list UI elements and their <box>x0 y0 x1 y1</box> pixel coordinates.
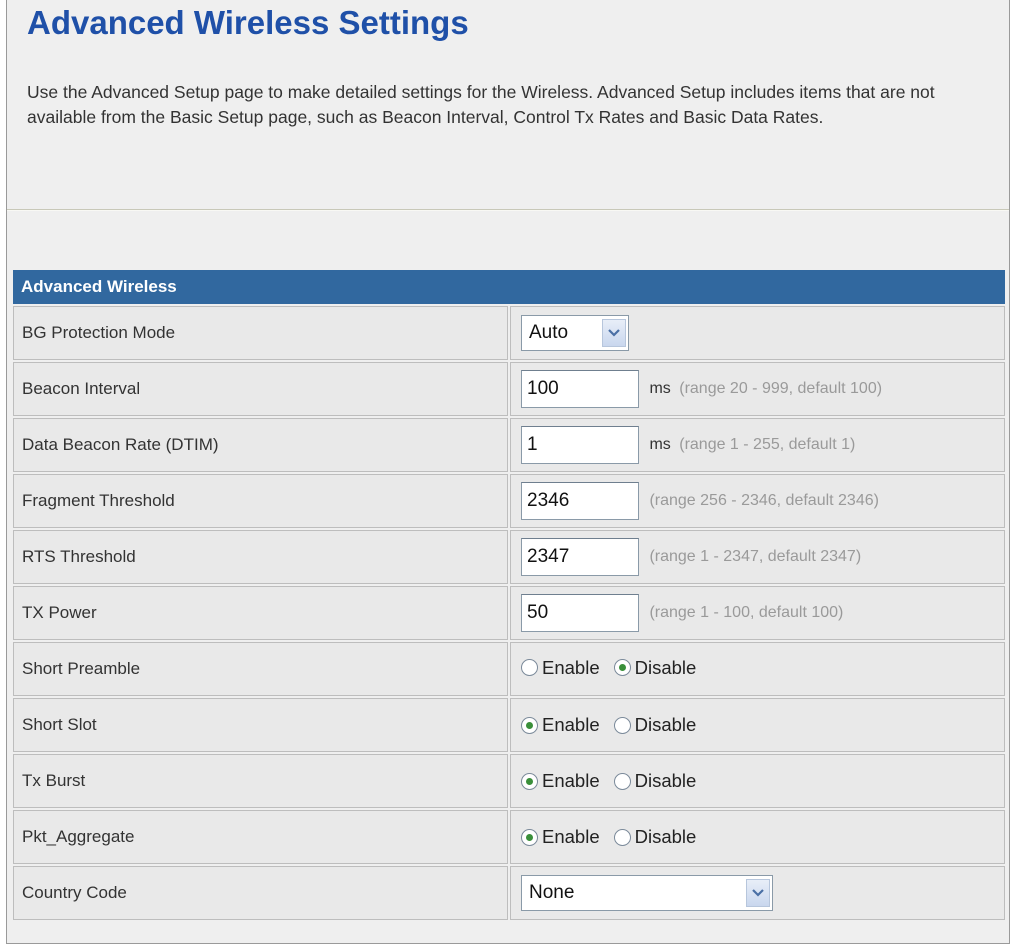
short-slot-disable-label: Disable <box>634 714 697 735</box>
short-slot-label: Short Slot <box>13 698 508 752</box>
short-preamble-cell: Enable Disable <box>510 642 1005 696</box>
pkt-aggregate-cell: Enable Disable <box>510 810 1005 864</box>
table-header: Advanced Wireless <box>13 270 1005 304</box>
tx-burst-disable-label: Disable <box>634 770 697 791</box>
bg-protection-cell: Auto <box>510 306 1005 360</box>
rts-threshold-input[interactable] <box>521 538 639 576</box>
short-preamble-disable-label: Disable <box>634 656 697 678</box>
dtim-label: Data Beacon Rate (DTIM) <box>13 418 508 472</box>
fragment-threshold-hint: (range 256 - 2346, default 2346) <box>649 492 879 509</box>
table-row: Tx Burst Enable Disable <box>13 754 1005 808</box>
pkt-aggregate-radio-group: Enable Disable <box>521 826 710 848</box>
tx-power-label: TX Power <box>13 586 508 640</box>
table-row: Fragment Threshold (range 256 - 2346, de… <box>13 474 1005 528</box>
short-preamble-enable-label: Enable <box>542 656 600 678</box>
radio-button-icon[interactable] <box>613 716 631 734</box>
dtim-input[interactable] <box>521 426 639 464</box>
bg-protection-value: Auto <box>529 322 569 343</box>
fragment-threshold-cell: (range 256 - 2346, default 2346) <box>510 474 1005 528</box>
pkt-aggregate-label: Pkt_Aggregate <box>13 810 508 864</box>
short-slot-cell: Enable Disable <box>510 698 1005 752</box>
pkt-aggregate-enable-label: Enable <box>542 826 600 847</box>
chevron-down-icon[interactable] <box>602 319 626 347</box>
pkt-aggregate-enable-option[interactable]: Enable <box>521 826 600 848</box>
beacon-interval-hint: (range 20 - 999, default 100) <box>679 380 883 397</box>
radio-button-icon[interactable] <box>613 828 631 846</box>
radio-button-icon[interactable] <box>613 772 631 790</box>
beacon-interval-unit: ms <box>649 380 671 397</box>
tx-power-cell: (range 1 - 100, default 100) <box>510 586 1005 640</box>
table-row: BG Protection Mode Auto <box>13 306 1005 360</box>
country-code-select[interactable]: None <box>521 875 773 911</box>
table-row: Country Code None <box>13 866 1005 920</box>
radio-button-icon[interactable] <box>521 716 538 734</box>
short-slot-enable-option[interactable]: Enable <box>521 714 600 736</box>
dtim-cell: ms (range 1 - 255, default 1) <box>510 418 1005 472</box>
dtim-unit: ms <box>649 436 671 453</box>
table-row: TX Power (range 1 - 100, default 100) <box>13 586 1005 640</box>
short-preamble-disable-option[interactable]: Disable <box>613 656 697 679</box>
short-preamble-label: Short Preamble <box>13 642 508 696</box>
table-row: Data Beacon Rate (DTIM) ms (range 1 - 25… <box>13 418 1005 472</box>
section-divider <box>7 209 1009 211</box>
tx-burst-enable-option[interactable]: Enable <box>521 770 600 792</box>
country-code-label: Country Code <box>13 866 508 920</box>
tx-burst-disable-option[interactable]: Disable <box>613 770 697 792</box>
tx-burst-radio-group: Enable Disable <box>521 770 710 792</box>
table-row: Short Preamble Enable Disable <box>13 642 1005 696</box>
tx-burst-cell: Enable Disable <box>510 754 1005 808</box>
table-row: RTS Threshold (range 1 - 2347, default 2… <box>13 530 1005 584</box>
chevron-down-icon[interactable] <box>746 879 770 907</box>
rts-threshold-label: RTS Threshold <box>13 530 508 584</box>
tx-burst-label: Tx Burst <box>13 754 508 808</box>
fragment-threshold-input[interactable] <box>521 482 639 520</box>
short-preamble-radio-group: Enable Disable <box>521 657 710 679</box>
short-preamble-enable-option[interactable]: Enable <box>521 657 600 679</box>
table-row: Beacon Interval ms (range 20 - 999, defa… <box>13 362 1005 416</box>
radio-button-icon[interactable] <box>521 772 538 790</box>
tx-power-input[interactable] <box>521 594 639 632</box>
bg-protection-label: BG Protection Mode <box>13 306 508 360</box>
advanced-wireless-table: Advanced Wireless BG Protection Mode Aut… <box>11 268 1007 922</box>
short-slot-enable-label: Enable <box>542 714 600 735</box>
country-code-cell: None <box>510 866 1005 920</box>
page-description: Use the Advanced Setup page to make deta… <box>27 82 935 127</box>
table-row: Short Slot Enable Disable <box>13 698 1005 752</box>
pkt-aggregate-disable-label: Disable <box>634 826 697 847</box>
tx-power-hint: (range 1 - 100, default 100) <box>649 604 844 621</box>
beacon-interval-cell: ms (range 20 - 999, default 100) <box>510 362 1005 416</box>
country-code-value: None <box>529 882 575 903</box>
table-header-row: Advanced Wireless <box>13 270 1005 304</box>
radio-button-icon[interactable] <box>521 828 538 846</box>
dtim-hint: (range 1 - 255, default 1) <box>679 436 856 453</box>
rts-threshold-hint: (range 1 - 2347, default 2347) <box>649 548 862 565</box>
tx-burst-enable-label: Enable <box>542 770 600 791</box>
page-title: Advanced Wireless Settings <box>27 4 469 41</box>
advanced-wireless-panel: Advanced Wireless Settings Use the Advan… <box>6 0 1010 944</box>
table-row: Pkt_Aggregate Enable Disable <box>13 810 1005 864</box>
beacon-interval-label: Beacon Interval <box>13 362 508 416</box>
bg-protection-select[interactable]: Auto <box>521 315 629 351</box>
radio-button-icon[interactable] <box>613 659 631 677</box>
short-slot-radio-group: Enable Disable <box>521 714 710 736</box>
pkt-aggregate-disable-option[interactable]: Disable <box>613 826 697 848</box>
radio-button-icon[interactable] <box>521 659 538 677</box>
fragment-threshold-label: Fragment Threshold <box>13 474 508 528</box>
short-slot-disable-option[interactable]: Disable <box>613 714 697 736</box>
beacon-interval-input[interactable] <box>521 370 639 408</box>
rts-threshold-cell: (range 1 - 2347, default 2347) <box>510 530 1005 584</box>
